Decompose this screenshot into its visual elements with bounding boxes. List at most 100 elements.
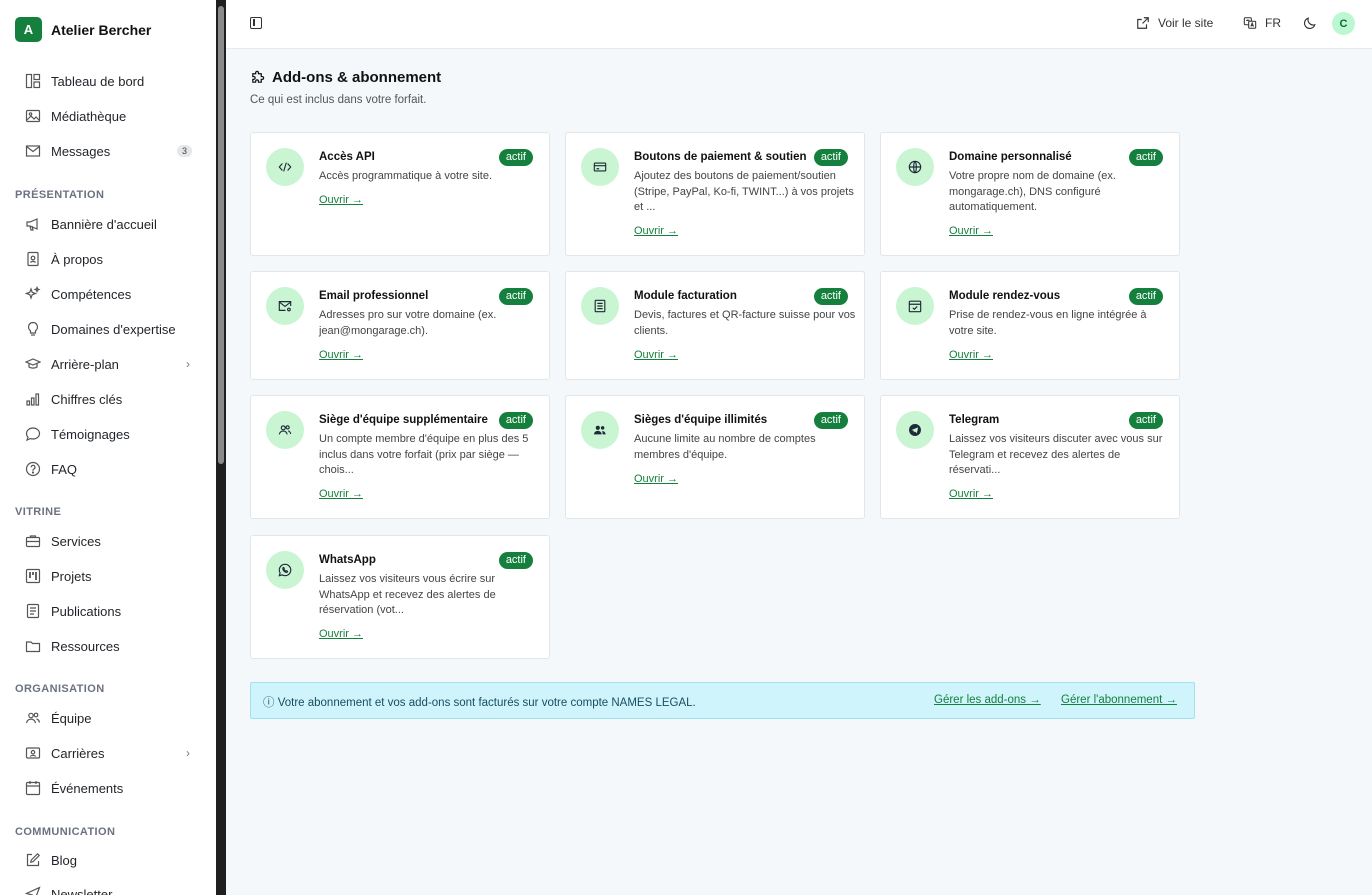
sidebar-item-resources[interactable]: Ressources — [24, 633, 194, 659]
sidebar-item-label: Événements — [51, 780, 124, 796]
brand-name: Atelier Bercher — [51, 21, 152, 38]
lightbulb-icon — [24, 321, 41, 338]
manage-addons-link[interactable]: Gérer les add-ons → — [934, 694, 1041, 706]
addon-title: Module facturation — [634, 290, 737, 302]
status-badge: actif — [813, 288, 848, 305]
megaphone-icon — [24, 216, 41, 233]
addon-description: Adresses pro sur votre domaine (ex. jean… — [319, 309, 497, 337]
sidebar-item-messages[interactable]: Messages 3 — [24, 138, 194, 164]
language-switcher[interactable]: FR — [1243, 16, 1281, 30]
sidebar-item-label: Messages — [51, 143, 111, 159]
sidebar-item-label: Newsletter — [51, 886, 113, 895]
page-subtitle: Ce qui est inclus dans votre forfait. — [250, 94, 427, 106]
status-badge: actif — [1128, 412, 1163, 429]
open-link[interactable]: Ouvrir → — [949, 488, 993, 500]
section-label-organisation: ORGANISATION — [15, 683, 105, 695]
sidebar-item-background[interactable]: Arrière-plan › — [24, 351, 194, 377]
open-link[interactable]: Ouvrir → — [634, 225, 678, 237]
language-label: FR — [1265, 16, 1281, 30]
sidebar-item-services[interactable]: Services — [24, 528, 194, 554]
open-link[interactable]: Ouvrir → — [949, 225, 993, 237]
sidebar: A Atelier Bercher Tableau de bord Médiat… — [0, 0, 216, 895]
sidebar-item-label: Domaines d'expertise — [51, 321, 176, 337]
send-icon — [24, 886, 41, 895]
calendar-icon — [24, 780, 41, 797]
addon-card-appointments: Module rendez-vous actif Prise de rendez… — [880, 271, 1180, 380]
sidebar-item-about[interactable]: À propos — [24, 246, 194, 272]
addon-title: Email professionnel — [319, 290, 429, 302]
sidebar-item-label: À propos — [51, 251, 104, 267]
sidebar-item-projects[interactable]: Projets — [24, 563, 194, 589]
addon-card-telegram: Telegram actif Laissez vos visiteurs dis… — [880, 395, 1180, 519]
sidebar-item-media[interactable]: Médiathèque — [24, 103, 194, 129]
addon-description: Prise de rendez-vous en ligne intégrée à… — [949, 309, 1147, 337]
view-site-link[interactable]: Voir le site — [1136, 16, 1213, 30]
addon-card-api: Accès API actif Accès programmatique à v… — [250, 132, 550, 256]
open-link[interactable]: Ouvrir → — [319, 349, 363, 361]
open-link[interactable]: Ouvrir → — [319, 488, 363, 500]
open-link[interactable]: Ouvrir → — [634, 473, 678, 485]
sidebar-item-label: Services — [51, 533, 101, 549]
manage-subscription-link[interactable]: Gérer l'abonnement → — [1061, 694, 1177, 706]
topbar: Voir le site FR C — [226, 0, 1372, 49]
sidebar-item-label: Bannière d'accueil — [51, 216, 157, 232]
addon-description: Votre propre nom de domaine (ex. mongara… — [949, 170, 1116, 213]
addon-card-pro-email: Email professionnel actif Adresses pro s… — [250, 271, 550, 380]
sidebar-item-banner[interactable]: Bannière d'accueil — [24, 211, 194, 237]
sidebar-item-events[interactable]: Événements — [24, 775, 194, 801]
addon-description: Accès programmatique à votre site. — [319, 170, 493, 182]
sidebar-scrollbar-thumb[interactable] — [218, 6, 224, 464]
quote-bubble-icon — [24, 426, 41, 443]
open-link[interactable]: Ouvrir → — [634, 349, 678, 361]
status-badge: actif — [498, 288, 533, 305]
sidebar-item-dashboard[interactable]: Tableau de bord — [24, 68, 194, 94]
open-link[interactable]: Ouvrir → — [949, 349, 993, 361]
sidebar-item-label: Blog — [51, 852, 78, 868]
users-icon — [24, 710, 41, 727]
toggle-sidebar-icon[interactable] — [250, 17, 262, 29]
sidebar-item-label: Carrières — [51, 745, 105, 761]
mail-at-icon — [266, 287, 304, 325]
sidebar-item-key-figures[interactable]: Chiffres clés — [24, 386, 194, 412]
users-icon — [266, 411, 304, 449]
sidebar-item-faq[interactable]: FAQ — [24, 456, 194, 482]
addon-card-extra-seat: Siège d'équipe supplémentaire actif Un c… — [250, 395, 550, 519]
bar-chart-icon — [24, 391, 41, 408]
open-link[interactable]: Ouvrir → — [319, 194, 363, 206]
addon-title: WhatsApp — [319, 554, 376, 566]
addon-title: Siège d'équipe supplémentaire — [319, 414, 488, 426]
status-badge: actif — [498, 412, 533, 429]
brand[interactable]: A Atelier Bercher — [15, 17, 151, 42]
sidebar-item-expertise[interactable]: Domaines d'expertise — [24, 316, 194, 342]
receipt-icon — [581, 287, 619, 325]
sidebar-item-label: Arrière-plan — [51, 356, 119, 372]
globe-icon — [896, 148, 934, 186]
sidebar-item-testimonials[interactable]: Témoignages — [24, 421, 194, 447]
pencil-square-icon — [24, 852, 41, 869]
sidebar-item-label: Équipe — [51, 710, 92, 726]
sparkles-icon — [24, 286, 41, 303]
addon-title: Accès API — [319, 151, 375, 163]
status-badge: actif — [1128, 288, 1163, 305]
sidebar-item-blog[interactable]: Blog — [24, 847, 194, 873]
sidebar-item-careers[interactable]: Carrières › — [24, 740, 194, 766]
sidebar-item-team[interactable]: Équipe — [24, 705, 194, 731]
status-badge: actif — [1128, 149, 1163, 166]
sidebar-item-label: Compétences — [51, 286, 132, 302]
open-link[interactable]: Ouvrir → — [319, 628, 363, 640]
addon-title: Module rendez-vous — [949, 290, 1061, 302]
id-card-icon — [24, 745, 41, 762]
mail-icon — [24, 143, 41, 160]
sidebar-item-newsletter[interactable]: Newsletter — [24, 881, 194, 895]
sidebar-item-publications[interactable]: Publications — [24, 598, 194, 624]
document-icon — [24, 603, 41, 620]
messages-count-badge: 3 — [176, 145, 192, 157]
sidebar-item-label: Projets — [51, 568, 92, 584]
graduation-cap-icon — [24, 356, 41, 373]
avatar[interactable]: C — [1332, 12, 1355, 35]
sidebar-item-label: Ressources — [51, 638, 120, 654]
addon-card-payment-buttons: Boutons de paiement & soutien actif Ajou… — [565, 132, 865, 256]
sidebar-item-skills[interactable]: Compétences — [24, 281, 194, 307]
theme-toggle[interactable] — [1303, 16, 1325, 30]
kanban-icon — [24, 568, 41, 585]
